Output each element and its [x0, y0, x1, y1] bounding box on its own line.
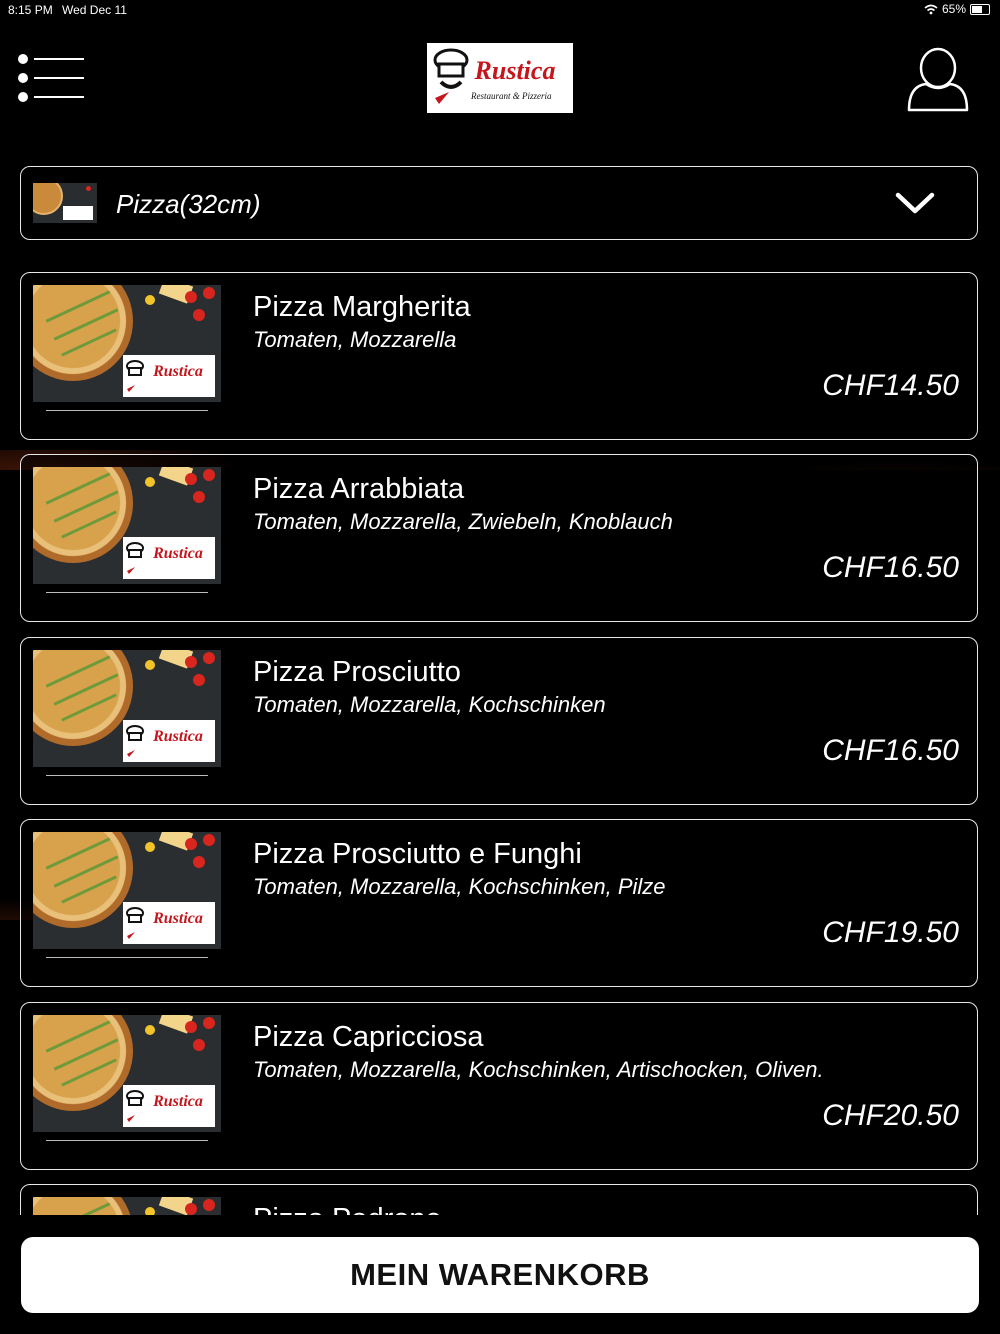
- item-price: CHF19.50: [822, 916, 959, 950]
- menu-item-card[interactable]: Rustica Pizza Arrabbiata Tomaten, Mozzar…: [20, 454, 978, 623]
- thumbnail-logo-text: Rustica: [153, 1092, 203, 1110]
- pizza-thumbnail: Rustica: [33, 1197, 221, 1215]
- item-price: CHF14.50: [822, 369, 959, 402]
- cart-button[interactable]: MEIN WARENKORB: [21, 1237, 979, 1313]
- thumbnail-logo-text: Rustica: [153, 910, 203, 928]
- menu-item-card[interactable]: Rustica Pizza Margherita Tomaten, Mozzar…: [20, 272, 978, 440]
- item-name: Pizza Prosciutto: [253, 655, 461, 688]
- pizza-thumbnail: Rustica: [33, 467, 221, 585]
- item-name: Pizza Padrone: [253, 1203, 442, 1215]
- item-name: Pizza Arrabbiata: [253, 473, 465, 506]
- item-name: Pizza Prosciutto e Funghi: [253, 838, 582, 871]
- menu-item-card[interactable]: Rustica Pizza Prosciutto Tomaten, Mozzar…: [20, 636, 978, 805]
- item-name: Pizza Capricciosa: [253, 1020, 484, 1053]
- thumbnail-divider: [46, 592, 208, 594]
- thumbnail-divider: [46, 957, 208, 959]
- item-price: CHF16.50: [822, 733, 959, 767]
- thumbnail-logo-text: Rustica: [153, 545, 203, 563]
- item-price: CHF16.50: [822, 551, 959, 585]
- item-description: Tomaten, Mozzarella, Kochschinken, Artis…: [253, 1056, 824, 1082]
- pizza-thumbnail: Rustica: [33, 832, 221, 950]
- pizza-thumbnail: Rustica: [33, 285, 221, 402]
- item-price: CHF20.50: [822, 1098, 959, 1132]
- menu-item-card[interactable]: Rustica Pizza Prosciutto e Funghi Tomate…: [20, 819, 978, 988]
- pizza-thumbnail: Rustica: [33, 649, 221, 767]
- thumbnail-divider: [46, 774, 208, 776]
- item-description: Tomaten, Mozzarella, Kochschinken, Pilze: [253, 874, 666, 900]
- item-description: Tomaten, Mozzarella, Kochschinken: [253, 691, 606, 717]
- thumbnail-logo-text: Rustica: [153, 363, 203, 380]
- item-description: Tomaten, Mozzarella, Zwiebeln, Knoblauch: [253, 509, 673, 535]
- thumbnail-divider: [46, 1139, 208, 1141]
- item-description: Tomaten, Mozzarella: [253, 327, 457, 352]
- item-name: Pizza Margherita: [253, 291, 471, 323]
- menu-list[interactable]: Rustica Pizza Margherita Tomaten, Mozzar…: [0, 0, 1000, 1215]
- thumbnail-logo-text: Rustica: [153, 727, 203, 745]
- menu-item-card[interactable]: Rustica Pizza Capricciosa Tomaten, Mozza…: [20, 1001, 978, 1170]
- menu-item-card[interactable]: Rustica Pizza Padrone: [20, 1184, 978, 1215]
- pizza-thumbnail: Rustica: [33, 1014, 221, 1132]
- thumbnail-divider: [46, 410, 208, 411]
